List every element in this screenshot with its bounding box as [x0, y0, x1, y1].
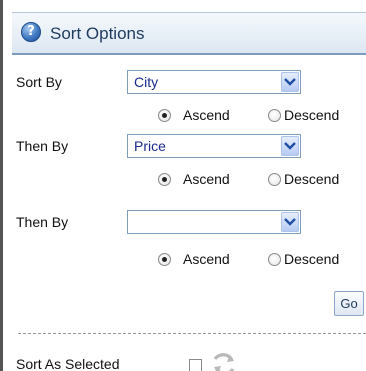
sort-options-panel: ? Sort Options Sort By City Ascend Desce… — [12, 12, 366, 371]
chevron-down-icon[interactable] — [281, 136, 299, 156]
then-by-1-ascend-radio[interactable] — [158, 173, 171, 186]
sort-by-ascend-label: Ascend — [183, 107, 230, 123]
then-by-label-2: Then By — [16, 214, 69, 230]
then-by-1-ascend-label: Ascend — [183, 171, 230, 187]
panel-title: Sort Options — [50, 24, 145, 43]
sort-by-ascend-radio[interactable] — [158, 109, 171, 122]
then-by-1-descend-label: Descend — [284, 171, 340, 187]
sort-as-selected-label: Sort As Selected — [16, 356, 120, 371]
page-edge — [0, 0, 3, 371]
then-by-select-2[interactable] — [127, 210, 301, 234]
sort-by-value: City — [134, 74, 159, 90]
chevron-down-icon[interactable] — [281, 72, 299, 92]
chevron-down-icon[interactable] — [281, 212, 299, 232]
sort-by-descend-radio[interactable] — [268, 109, 281, 122]
then-by-2-descend-radio[interactable] — [268, 253, 281, 266]
then-by-select-1[interactable]: Price — [127, 134, 301, 158]
then-by-2-descend-label: Descend — [284, 251, 340, 267]
then-by-1-descend-radio[interactable] — [268, 173, 281, 186]
then-by-2-ascend-label: Ascend — [183, 251, 230, 267]
panel-header: ? Sort Options — [12, 12, 366, 55]
then-by-2-ascend-radio[interactable] — [158, 253, 171, 266]
sort-as-selected-checkbox[interactable] — [189, 359, 202, 371]
divider — [18, 333, 366, 334]
sort-by-label: Sort By — [16, 74, 62, 90]
sort-by-select[interactable]: City — [127, 70, 301, 94]
go-button[interactable]: Go — [334, 291, 364, 316]
then-by-label-1: Then By — [16, 138, 69, 154]
then-by-value-1: Price — [134, 138, 166, 154]
sort-by-descend-label: Descend — [284, 107, 340, 123]
help-icon[interactable]: ? — [21, 22, 41, 42]
refresh-icon[interactable] — [209, 349, 239, 371]
